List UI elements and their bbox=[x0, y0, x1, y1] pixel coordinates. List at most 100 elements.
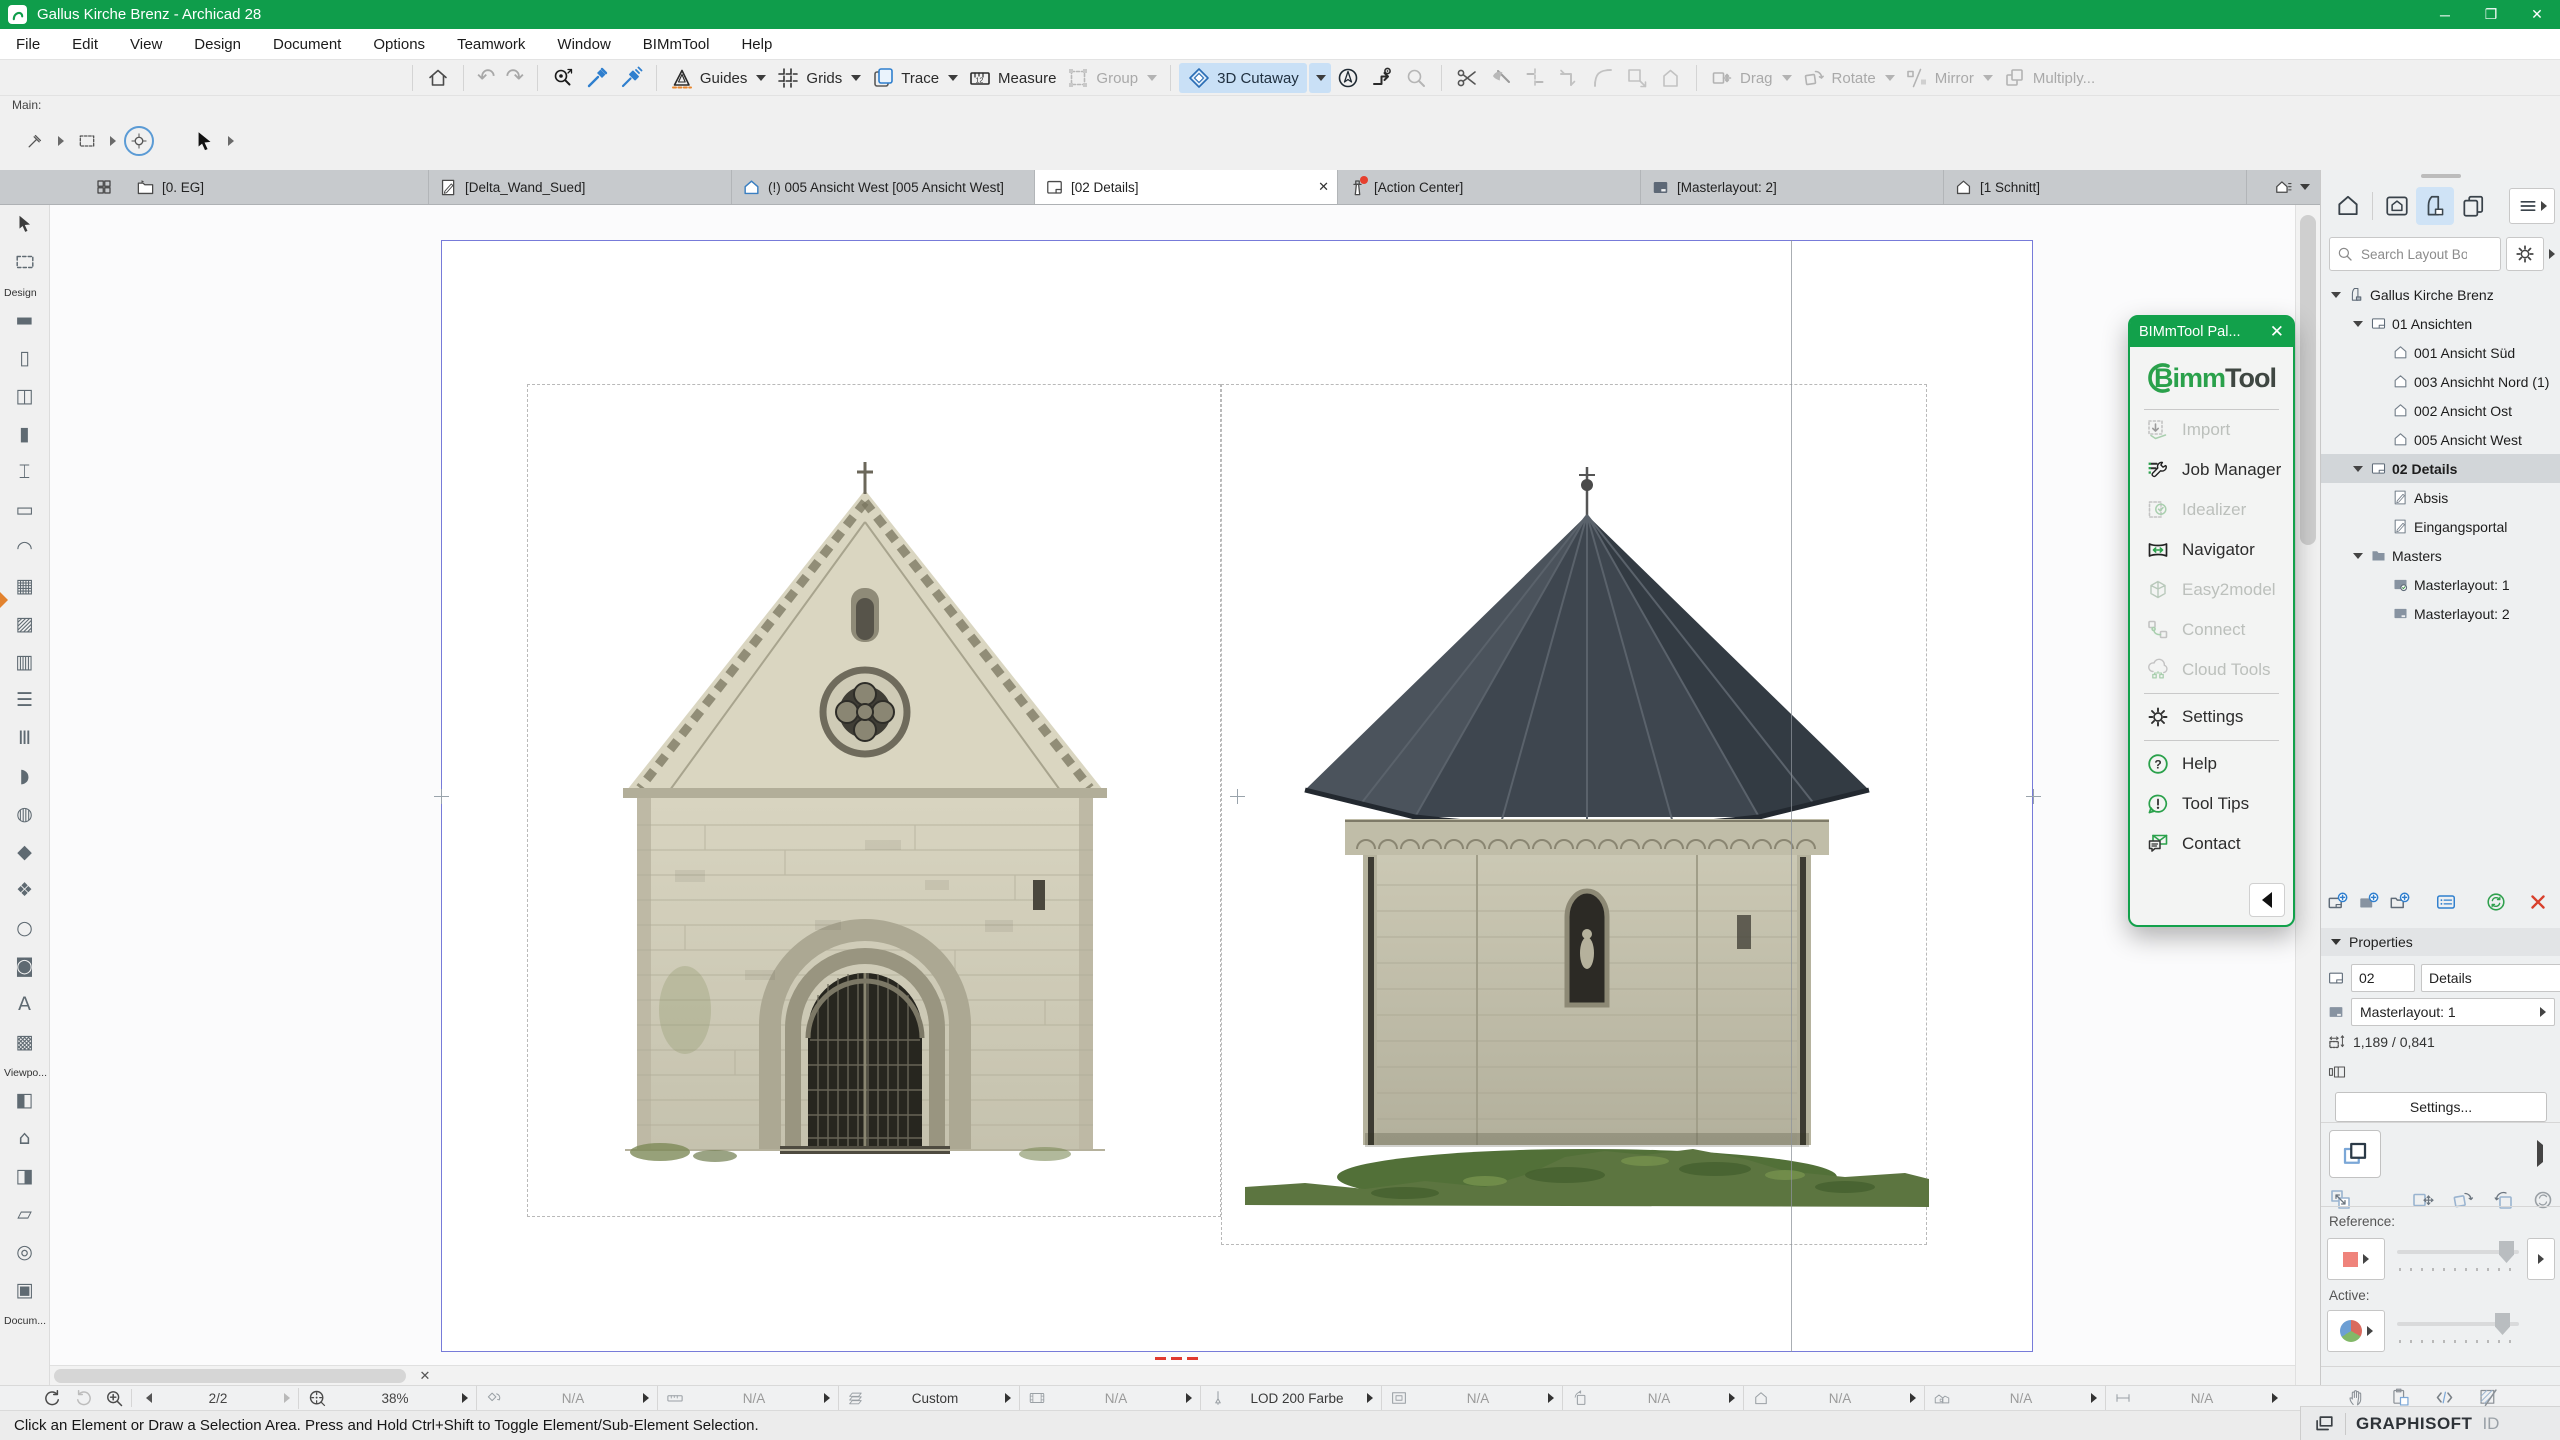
arrow-tool-button[interactable] bbox=[190, 126, 220, 156]
delete-button[interactable] bbox=[2527, 891, 2549, 913]
tab-list-dropdown[interactable] bbox=[2274, 170, 2310, 204]
update-button[interactable] bbox=[2485, 891, 2507, 913]
new-master-layout-button[interactable] bbox=[2358, 891, 2380, 913]
curtain-wall-tool[interactable]: ▥ bbox=[0, 643, 49, 681]
panel-expand-arrow[interactable] bbox=[2549, 249, 2555, 259]
segment-menu-icon[interactable] bbox=[1548, 1393, 1554, 1403]
next-page-icon[interactable] bbox=[284, 1393, 290, 1403]
graphisoft-id-bar[interactable]: GRAPHISOFT ID bbox=[2300, 1406, 2560, 1440]
status-segment-house[interactable]: N/A bbox=[1743, 1386, 1924, 1411]
layout-settings-button[interactable] bbox=[2435, 891, 2457, 913]
tree-item-eingangsportal[interactable]: Eingangsportal bbox=[2321, 512, 2560, 541]
flip-trace-icon[interactable] bbox=[2491, 1188, 2515, 1212]
reference-color-button[interactable] bbox=[2327, 1238, 2385, 1280]
tab-0-eg[interactable]: [0. EG] bbox=[126, 170, 429, 204]
detail-tool[interactable]: ◎ bbox=[0, 1233, 49, 1271]
intersect-button[interactable] bbox=[1552, 63, 1586, 93]
west-facade-drawing[interactable] bbox=[565, 450, 1165, 1180]
reference-opacity-slider[interactable] bbox=[2397, 1238, 2519, 1280]
segment-menu-icon[interactable] bbox=[1910, 1393, 1916, 1403]
horizontal-scrollbar[interactable]: ✕ bbox=[50, 1365, 2295, 1385]
paste-icon[interactable] bbox=[2390, 1387, 2411, 1408]
tree-item-absis[interactable]: Absis bbox=[2321, 483, 2560, 512]
maximize-icon[interactable]: ❐ bbox=[2468, 0, 2514, 29]
apse-drawing[interactable] bbox=[1245, 445, 1929, 1225]
panel-drag-handle[interactable] bbox=[2421, 174, 2461, 178]
quick-tool-3-button[interactable] bbox=[124, 126, 154, 156]
expander-icon[interactable] bbox=[2353, 553, 2363, 559]
worksheet-tool[interactable]: ▱ bbox=[0, 1195, 49, 1233]
tab-1-schnitt[interactable]: [1 Schnitt] bbox=[1944, 170, 2247, 204]
expander-icon[interactable] bbox=[2353, 321, 2363, 327]
status-segment-houses[interactable]: N/A bbox=[1924, 1386, 2105, 1411]
layout-name-field[interactable] bbox=[2421, 964, 2560, 992]
lamp-tool[interactable]: ○ bbox=[0, 909, 49, 947]
minimize-icon[interactable]: ─ bbox=[2422, 0, 2468, 29]
bimmtool-title-bar[interactable]: BIMmTool Pal... ✕ bbox=[2130, 317, 2293, 347]
segment-menu-icon[interactable] bbox=[643, 1393, 649, 1403]
chevron-down-icon[interactable] bbox=[948, 75, 958, 81]
project-chooser-button[interactable] bbox=[2329, 187, 2367, 225]
menu-document[interactable]: Document bbox=[257, 29, 357, 60]
expander-icon[interactable] bbox=[2331, 292, 2341, 298]
flyout-arrow-icon[interactable] bbox=[58, 136, 64, 146]
tab-overview-button[interactable] bbox=[82, 170, 126, 204]
expander-icon[interactable] bbox=[2353, 466, 2363, 472]
tree-item-003-ansichht-nord-1-[interactable]: 003 Ansichht Nord (1) bbox=[2321, 367, 2560, 396]
orientation-button[interactable] bbox=[1331, 63, 1365, 93]
reset-trace-icon[interactable] bbox=[2531, 1188, 2555, 1212]
skylight-tool[interactable]: ◍ bbox=[0, 795, 49, 833]
slider-thumb[interactable] bbox=[2495, 1313, 2510, 1335]
eyedropper-button[interactable] bbox=[580, 63, 614, 93]
camera-tool[interactable]: ▣ bbox=[0, 1271, 49, 1309]
beam-tool[interactable]: ⌶ bbox=[0, 453, 49, 491]
split-button[interactable] bbox=[1518, 63, 1552, 93]
zoom-tool-button[interactable] bbox=[1399, 63, 1433, 93]
status-segment-frame[interactable]: N/A bbox=[1381, 1386, 1562, 1411]
view-history-forward-icon[interactable] bbox=[73, 1388, 94, 1409]
search-input[interactable] bbox=[2359, 246, 2469, 263]
tree-item-005-ansicht-west[interactable]: 005 Ansicht West bbox=[2321, 425, 2560, 454]
railing-tool[interactable]: Ⅲ bbox=[0, 719, 49, 757]
tab-delta_wand_sued[interactable]: [Delta_Wand_Sued] bbox=[429, 170, 732, 204]
zoom-in-icon[interactable] bbox=[104, 1388, 125, 1409]
menu-window[interactable]: Window bbox=[541, 29, 626, 60]
trace-dropdown-arrow[interactable] bbox=[2537, 1145, 2543, 1163]
trace-button[interactable]: Trace bbox=[866, 63, 963, 93]
quick-tool-2-button[interactable] bbox=[72, 126, 102, 156]
properties-header[interactable]: Properties bbox=[2321, 928, 2560, 956]
menu-edit[interactable]: Edit bbox=[56, 29, 114, 60]
hatch-toggle-icon[interactable] bbox=[2478, 1387, 2499, 1408]
tab-02-details[interactable]: [02 Details]✕ bbox=[1035, 170, 1338, 204]
zone-tool[interactable]: ▨ bbox=[0, 605, 49, 643]
tree-item-02-details[interactable]: 02 Details bbox=[2321, 454, 2560, 483]
mirror-button[interactable]: Mirror bbox=[1900, 63, 1998, 93]
status-segment-film[interactable]: N/A bbox=[1019, 1386, 1200, 1411]
tree-item-01-ansichten[interactable]: 01 Ansichten bbox=[2321, 309, 2560, 338]
3d-cutaway-dropdown[interactable] bbox=[1309, 63, 1331, 93]
window-tool[interactable]: ◫ bbox=[0, 377, 49, 415]
status-segment-layers[interactable]: Custom bbox=[838, 1386, 1019, 1411]
resize-button[interactable] bbox=[1620, 63, 1654, 93]
menu-view[interactable]: View bbox=[114, 29, 178, 60]
view-history-back-icon[interactable] bbox=[42, 1388, 63, 1409]
move-trace-icon[interactable] bbox=[2411, 1188, 2435, 1212]
tab-005-ansicht-west-005-ansicht-west[interactable]: (!) 005 Ansicht West [005 Ansicht West] bbox=[732, 170, 1035, 204]
shell-tool[interactable]: ◗ bbox=[0, 757, 49, 795]
settings-button[interactable]: Settings... bbox=[2335, 1092, 2547, 1122]
roof-tool[interactable]: ◠ bbox=[0, 529, 49, 567]
navigator-settings-button[interactable] bbox=[2506, 237, 2544, 271]
active-color-button[interactable] bbox=[2327, 1310, 2385, 1352]
status-segment-rotate-page[interactable]: N/A bbox=[1562, 1386, 1743, 1411]
morph-tool[interactable]: ◆ bbox=[0, 833, 49, 871]
segment-menu-icon[interactable] bbox=[2272, 1393, 2278, 1403]
menu-options[interactable]: Options bbox=[357, 29, 441, 60]
rotate-button[interactable]: Rotate bbox=[1797, 63, 1900, 93]
collapse-palette-button[interactable] bbox=[2249, 883, 2285, 917]
scrollbar-thumb[interactable] bbox=[54, 1369, 406, 1383]
marquee-tool[interactable] bbox=[0, 243, 49, 281]
menu-help[interactable]: Help bbox=[725, 29, 788, 60]
code-icon[interactable] bbox=[2434, 1387, 2455, 1408]
inject-parameters-button[interactable] bbox=[614, 63, 648, 93]
zoom-menu-icon[interactable] bbox=[462, 1393, 468, 1403]
